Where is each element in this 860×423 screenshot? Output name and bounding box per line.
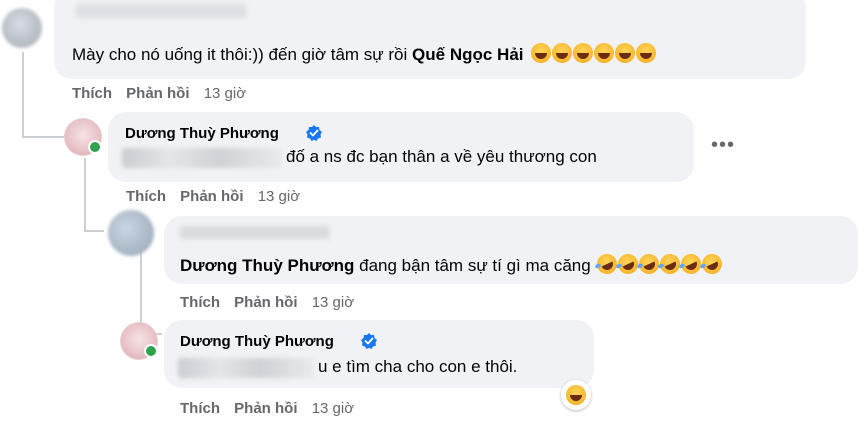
timestamp[interactable]: 13 giờ bbox=[312, 400, 354, 417]
commenter-avatar[interactable] bbox=[2, 8, 42, 48]
reply-text: Dương Thuỳ Phương đang bận tâm sự tí gì … bbox=[180, 250, 726, 278]
like-button[interactable]: Thích bbox=[72, 85, 112, 102]
reply-actions: Thích Phản hồi 13 giờ bbox=[180, 294, 354, 311]
reply-actions: Thích Phản hồi 13 giờ bbox=[126, 188, 300, 205]
timestamp[interactable]: 13 giờ bbox=[204, 85, 246, 102]
author-name-text[interactable]: Dương Thuỳ Phương bbox=[125, 125, 279, 142]
emoji-row bbox=[594, 250, 726, 278]
emoji-row bbox=[531, 43, 657, 64]
comment-actions: Thích Phản hồi 13 giờ bbox=[72, 85, 246, 102]
thread-line bbox=[84, 158, 86, 230]
commenter-avatar[interactable] bbox=[108, 210, 154, 256]
thread-line bbox=[22, 136, 64, 138]
comment-text: Mày cho nó uống it thôi:)) đến giờ tâm s… bbox=[72, 43, 657, 65]
reply-button[interactable]: Phản hồi bbox=[234, 294, 297, 311]
thread-line bbox=[84, 230, 104, 232]
timestamp[interactable]: 13 giờ bbox=[312, 294, 354, 311]
author-name[interactable]: Dương Thuỳ Phương bbox=[180, 333, 334, 350]
laughing-squint-emoji bbox=[615, 43, 636, 63]
laughing-squint-emoji bbox=[573, 43, 594, 63]
author-name-text[interactable]: Dương Thuỳ Phương bbox=[180, 333, 334, 350]
online-status-indicator bbox=[88, 140, 102, 154]
laughing-squint-emoji bbox=[594, 43, 615, 63]
like-button[interactable]: Thích bbox=[180, 400, 220, 417]
mention-link[interactable]: Dương Thuỳ Phương bbox=[180, 256, 354, 275]
rofl-emoji bbox=[699, 250, 726, 278]
reply-actions: Thích Phản hồi 13 giờ bbox=[180, 400, 354, 417]
laughing-squint-emoji bbox=[636, 43, 657, 63]
commenter-name-blurred[interactable] bbox=[180, 226, 330, 239]
mention-link[interactable]: Quế Ngọc Hải bbox=[412, 45, 523, 64]
reply-text: u e tìm cha cho con e thôi. bbox=[318, 357, 518, 376]
commenter-name-blurred[interactable] bbox=[76, 4, 246, 18]
reply-text: đố a ns đc bạn thân a về yêu thương con bbox=[286, 147, 597, 166]
laughing-squint-emoji bbox=[531, 43, 552, 63]
like-button[interactable]: Thích bbox=[126, 188, 166, 205]
thread-line bbox=[22, 52, 24, 137]
more-horizontal-icon[interactable]: ••• bbox=[711, 134, 735, 157]
redacted-text bbox=[178, 358, 314, 378]
verified-badge-icon bbox=[360, 332, 378, 350]
verified-badge-icon bbox=[305, 124, 323, 142]
reaction-emoji[interactable] bbox=[561, 380, 591, 410]
reply-button[interactable]: Phản hồi bbox=[234, 400, 297, 417]
reply-button[interactable]: Phản hồi bbox=[126, 85, 189, 102]
timestamp[interactable]: 13 giờ bbox=[258, 188, 300, 205]
comment-text-body: Mày cho nó uống it thôi:)) đến giờ tâm s… bbox=[72, 45, 408, 64]
reply-button[interactable]: Phản hồi bbox=[180, 188, 243, 205]
like-button[interactable]: Thích bbox=[180, 294, 220, 311]
reply-text-body: đang bận tâm sự tí gì ma căng bbox=[359, 256, 591, 275]
redacted-text bbox=[122, 148, 282, 168]
online-status-indicator bbox=[144, 344, 158, 358]
grinning-emoji bbox=[566, 385, 586, 405]
author-name[interactable]: Dương Thuỳ Phương bbox=[125, 125, 279, 142]
laughing-squint-emoji bbox=[552, 43, 573, 63]
